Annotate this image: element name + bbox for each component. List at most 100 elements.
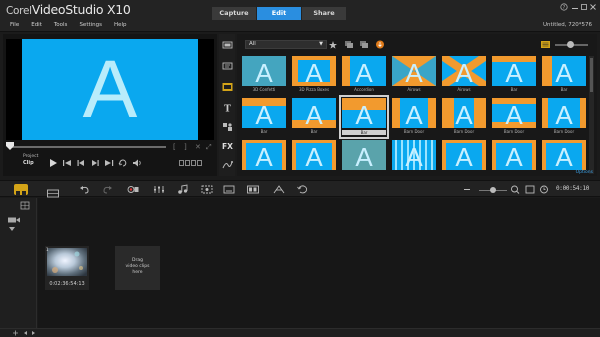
repeat-icon[interactable] [117, 158, 129, 168]
svg-text:A: A [455, 100, 473, 128]
title-icon[interactable]: T [222, 103, 233, 114]
transition-thumb[interactable]: A Bar [292, 98, 336, 136]
transition-thumb[interactable]: A Bar [542, 56, 586, 94]
zoom-in-icon[interactable] [510, 184, 520, 195]
minimize-icon[interactable] [571, 3, 579, 11]
scrub-handle-icon[interactable] [6, 142, 14, 151]
category-dropdown[interactable]: All ▼ [245, 40, 327, 49]
next-frame-icon[interactable] [89, 158, 101, 168]
tab-edit[interactable]: Edit [257, 7, 301, 20]
transition-thumb[interactable]: A [242, 140, 286, 178]
transition-thumb[interactable]: A Airows [392, 56, 436, 94]
time-remapping-icon[interactable] [272, 184, 286, 195]
zoom-out-icon[interactable] [462, 184, 472, 195]
transition-thumb-label: Barn Door [503, 129, 525, 134]
transition-thumb[interactable]: A [442, 140, 486, 178]
record-capture-icon[interactable] [126, 184, 140, 195]
track-list-icon[interactable] [20, 201, 30, 210]
transition-thumb[interactable]: A Barn Door [392, 98, 436, 136]
library-scroll-thumb[interactable] [590, 58, 593, 92]
options-link[interactable]: Options [576, 170, 593, 175]
tab-capture[interactable]: Capture [212, 7, 256, 20]
transition-thumb[interactable]: A 3D Confetti [242, 56, 286, 94]
storyboard-view-button[interactable] [14, 184, 28, 196]
menu-settings[interactable]: Settings [79, 22, 102, 28]
transition-thumb-image: A [542, 140, 586, 170]
mode-project[interactable]: Project [23, 153, 38, 160]
graphic-icon[interactable] [222, 122, 233, 132]
sort-icon[interactable] [541, 41, 550, 48]
transition-thumb-label: Barn Door [403, 129, 425, 134]
tab-share[interactable]: Share [302, 7, 346, 20]
maximize-icon[interactable] [580, 3, 588, 11]
filter-fx-icon[interactable]: FX [222, 141, 233, 151]
track-expand-icon[interactable] [8, 226, 16, 232]
timecode-spinner[interactable] [179, 160, 203, 166]
library-panel: All ▼ A 3D Confetti A 3D Pizza Boxes A Accord… [237, 34, 597, 176]
apply-to-audio-icon[interactable] [344, 40, 354, 49]
scrub-bar[interactable] [10, 146, 166, 148]
split-icon[interactable]: ✕ [195, 143, 203, 151]
motion-tracking-icon[interactable] [200, 184, 214, 195]
expand-icon[interactable]: ⤢ [206, 143, 214, 151]
play-icon[interactable] [47, 158, 59, 168]
transition-thumb[interactable]: A Barn Door [492, 98, 536, 136]
transition-thumb[interactable]: A Bar [492, 56, 536, 94]
timeline-view-button[interactable] [46, 184, 60, 198]
fit-project-icon[interactable] [525, 184, 535, 195]
player-panel: A [ ] ✕ ⤢ Project Clip [3, 34, 217, 176]
path-icon[interactable] [222, 160, 233, 170]
mode-clip[interactable]: Clip [23, 160, 38, 167]
help-icon[interactable]: ? [560, 3, 568, 11]
home-icon[interactable] [61, 158, 73, 168]
track-manager-icon[interactable] [296, 184, 310, 195]
transition-thumb[interactable]: A [342, 140, 386, 178]
svg-text:A: A [305, 100, 323, 128]
svg-text:A: A [505, 58, 523, 86]
transition-thumb[interactable]: A Accordion [342, 56, 386, 94]
transition-thumb[interactable]: A Airows [442, 56, 486, 94]
auto-music-icon[interactable] [176, 184, 190, 195]
menu-help[interactable]: Help [114, 22, 127, 28]
video-track-icon [8, 217, 20, 223]
thumbnail-size-knob[interactable] [567, 41, 574, 48]
scroll-left-icon[interactable] [22, 330, 29, 336]
end-icon[interactable] [103, 158, 115, 168]
mark-in-icon[interactable]: [ [173, 143, 181, 151]
transition-thumb[interactable]: A Bar [242, 98, 286, 136]
volume-icon[interactable] [131, 158, 143, 168]
close-icon[interactable] [589, 3, 597, 11]
apply-to-video-icon[interactable] [359, 40, 369, 49]
undo-icon[interactable] [78, 184, 92, 195]
project-duration-icon[interactable] [539, 184, 549, 195]
multi-camera-icon[interactable] [246, 184, 260, 195]
storyboard-clip[interactable]: 1 0:02:36:54:13 [45, 246, 89, 290]
transition-thumb-image: A [492, 56, 536, 86]
media-icon[interactable] [222, 40, 233, 50]
sound-mixer-icon[interactable] [152, 184, 166, 195]
add-track-icon[interactable] [12, 330, 19, 336]
transition-thumb-label: Barn Door [553, 129, 575, 134]
transition-thumb[interactable]: A [492, 140, 536, 178]
transition-thumb[interactable]: A Barn Door [442, 98, 486, 136]
mark-out-icon[interactable]: ] [184, 143, 192, 151]
previous-frame-icon[interactable] [75, 158, 87, 168]
scroll-right-icon[interactable] [30, 330, 37, 336]
redo-icon[interactable] [100, 184, 114, 195]
transition-thumb[interactable]: A 3D Pizza Boxes [292, 56, 336, 94]
drag-clips-placeholder[interactable]: Drag video clips here [115, 246, 160, 290]
transition-icon[interactable] [222, 82, 233, 92]
instant-project-icon[interactable] [222, 61, 233, 71]
add-to-favorites-icon[interactable] [329, 40, 339, 49]
transition-thumb-image: A [392, 98, 436, 128]
menu-tools[interactable]: Tools [54, 22, 68, 28]
transition-thumb[interactable]: A Bar [339, 95, 389, 139]
zoom-slider-knob[interactable] [490, 187, 496, 193]
subtitle-editor-icon[interactable] [222, 184, 236, 195]
menu-file[interactable]: File [10, 22, 19, 28]
transition-thumb[interactable]: A [392, 140, 436, 178]
transition-thumb[interactable]: A Barn Door [542, 98, 586, 136]
get-more-icon[interactable] [375, 40, 385, 49]
transition-thumb[interactable]: A [292, 140, 336, 178]
menu-edit[interactable]: Edit [31, 22, 42, 28]
